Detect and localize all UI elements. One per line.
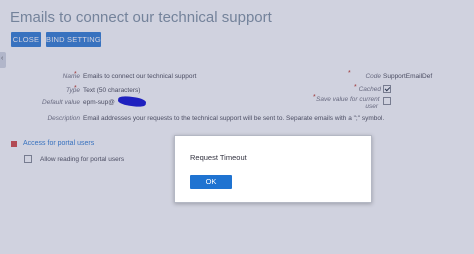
modal-overlay [0,0,474,254]
dialog-message: Request Timeout [190,153,247,162]
ok-button[interactable]: OK [190,175,232,189]
request-timeout-dialog: Request Timeout OK [174,135,372,203]
